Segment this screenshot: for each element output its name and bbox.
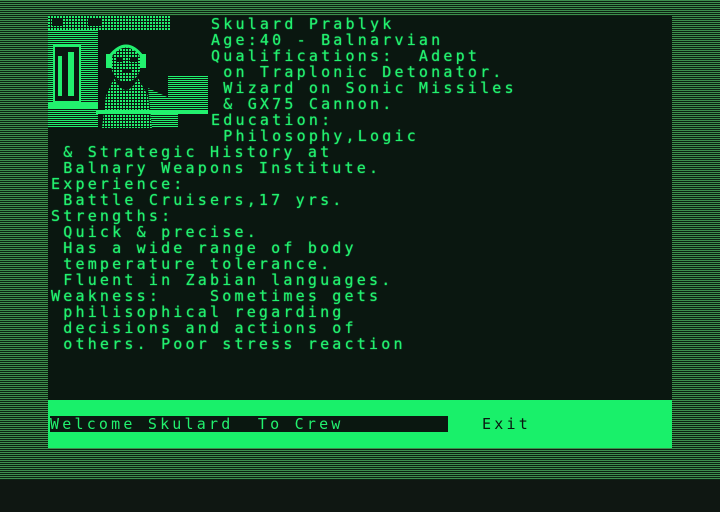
profile-line-strengths: Strengths:	[51, 207, 174, 225]
profile-line-weakness: Weakness: Sometimes gets	[51, 287, 382, 305]
profile-line-qualifications: Qualifications: Adept	[211, 47, 481, 65]
profile-line-weakness-3: decisions and actions of	[51, 319, 357, 337]
profile-line-education: Education:	[211, 111, 334, 129]
command-bar: Welcome Skulard To Crew Exit	[48, 400, 672, 448]
profile-line-strengths-3: Has a wide range of body	[51, 239, 357, 257]
profile-line-strengths-2: Quick & precise.	[51, 223, 259, 241]
exit-button[interactable]: Exit	[482, 416, 531, 432]
welcome-to-crew-button[interactable]: Welcome Skulard To Crew	[50, 416, 448, 432]
profile-line-qualifications-4: & GX75 Cannon.	[211, 95, 395, 113]
profile-line-weakness-4: others. Poor stress reaction	[51, 335, 406, 353]
profile-line-age: Age:40 - Balnarvian	[211, 31, 444, 49]
profile-line-strengths-4: temperature tolerance.	[51, 255, 333, 273]
profile-line-qualifications-2: on Traplonic Detonator.	[211, 63, 505, 81]
profile-line-qualifications-3: Wizard on Sonic Missiles	[211, 79, 517, 97]
profile-line-name: Skulard Prablyk	[211, 15, 395, 33]
profile-line-experience-2: Battle Cruisers,17 yrs.	[51, 191, 345, 209]
profile-line-weakness-2: philisophical regarding	[51, 303, 345, 321]
crew-profile-screen: Skulard Prablyk Age:40 - Balnarvian Qual…	[48, 16, 672, 400]
profile-line-strengths-5: Fluent in Zabian languages.	[51, 271, 394, 289]
skulard-portrait-image	[48, 16, 208, 128]
crew-portrait	[48, 16, 208, 128]
profile-line-experience: Experience:	[51, 175, 186, 193]
profile-line-education-3: & Strategic History at	[51, 143, 333, 161]
monitor-bottom-edge	[0, 480, 720, 512]
profile-line-education-2: Philosophy,Logic	[211, 127, 419, 145]
profile-line-education-4: Balnary Weapons Institute.	[51, 159, 382, 177]
